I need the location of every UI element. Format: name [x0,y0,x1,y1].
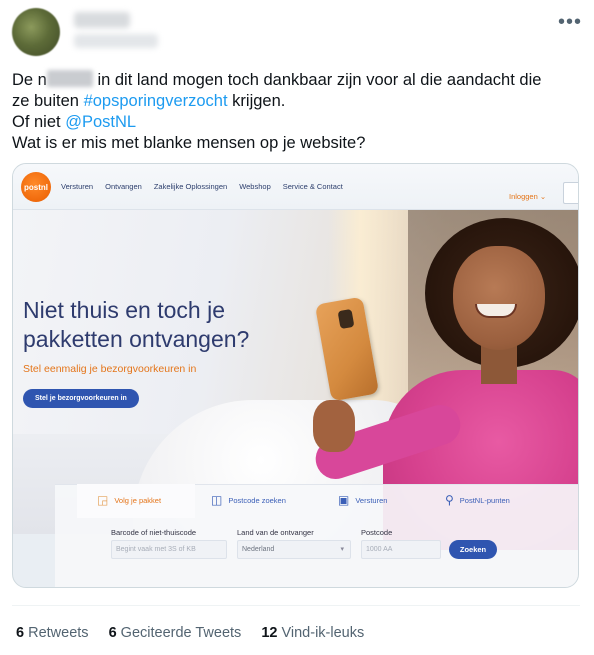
quotes-label: Geciteerde Tweets [120,625,242,641]
tab-label: PostNL-punten [459,495,510,505]
tweet-line-2: ze buiten #opsporingverzocht krijgen. [12,91,582,112]
nav-item-zakelijk: Zakelijke Oplossingen [153,182,228,191]
send-box-icon: ▣ [338,493,350,507]
retweets-label: Retweets [28,625,89,641]
likes-count: 12 [261,625,278,641]
tab-postcode-zoeken: ◫ Postcode zoeken [211,493,286,507]
tweet-line-1: De n in dit land mogen toch dankbaar zij… [12,70,582,91]
tab-volg-pakket: ◲ Volg je pakket [97,493,161,507]
tweet-text-segment: Wat is er mis met blanke mensen op je we… [12,134,366,152]
hero-title-line: pakketten ontvangen? [23,326,250,352]
package-icon: ◲ [97,493,109,507]
postcode-input: 1000 AA [361,540,441,559]
author-name-redacted[interactable] [74,12,130,28]
hero-title: Niet thuis en toch je pakketten ontvange… [23,296,249,354]
location-pin-icon: ⚲ [445,493,454,507]
tweet-media-photo[interactable]: postnl Versturen Ontvangen Zakelijke Opl… [12,163,579,588]
mention-link[interactable]: @PostNL [65,113,136,131]
retweets-stat[interactable]: 6 Retweets [16,625,89,641]
tab-label: Postcode zoeken [228,495,286,505]
tweet-line-3: Of niet @PostNL [12,112,582,133]
map-icon: ◫ [211,493,223,507]
tweet-text-segment: ze buiten [12,92,84,110]
country-label: Land van de ontvanger [237,528,314,537]
search-button: Zoeken [449,540,497,559]
nav-item-webshop: Webshop [239,182,271,191]
chevron-down-icon: ▾ [340,546,344,553]
quote-tweets-stat[interactable]: 6 Geciteerde Tweets [109,625,242,641]
nav-item-ontvangen: Ontvangen [105,182,142,191]
hero-subtitle: Stel eenmalig je bezorgvoorkeuren in [23,363,197,375]
search-box-edge [563,182,578,204]
tweet-text-segment: krijgen. [227,92,286,110]
nav-item-versturen: Versturen [61,182,94,191]
nav-item-service: Service & Contact [282,182,343,191]
login-link: Inloggen ⌄ [509,192,547,201]
phone-camera [337,308,355,330]
person-neck [481,344,517,384]
hero-cta-button: Stel je bezorgvoorkeuren in [23,389,139,408]
author-handle-redacted[interactable] [74,34,158,48]
tab-label: Versturen [355,495,388,505]
country-select: Nederland ▾ [237,540,351,559]
site-navbar: postnl Versturen Ontvangen Zakelijke Opl… [13,164,578,210]
retweets-count: 6 [16,625,25,641]
tweet-text-segment: De n [12,71,47,89]
country-value: Nederland [242,546,275,553]
tweet-text-segment: Of niet [12,113,66,131]
barcode-label: Barcode of niet-thuiscode [111,528,197,537]
tab-label: Volg je pakket [114,495,162,505]
tweet-stats: 6 Retweets 6 Geciteerde Tweets 12 Vind-i… [16,625,364,641]
postcode-label: Postcode [361,528,393,537]
author-avatar[interactable] [12,8,60,56]
stats-divider [12,605,580,606]
likes-label: Vind-ik-leuks [281,625,365,641]
hero-title-line: Niet thuis en toch je [23,297,226,323]
tweet-text: De n in dit land mogen toch dankbaar zij… [12,70,582,154]
person-hand [313,400,355,452]
more-options-icon[interactable]: ••• [554,8,586,36]
quotes-count: 6 [108,625,117,641]
site-nav-items: Versturen Ontvangen Zakelijke Oplossinge… [61,182,343,191]
barcode-input: Begint vaak met 3S of KB [111,540,227,559]
person-face [453,246,545,350]
tab-versturen: ▣ Versturen [338,493,387,507]
redaction-block [46,70,93,87]
tab-postnl-punten: ⚲ PostNL-punten [445,493,510,507]
likes-stat[interactable]: 12 Vind-ik-leuks [261,625,364,641]
tweet-text-segment: in dit land mogen toch dankbaar zijn voo… [92,71,542,89]
hashtag-link[interactable]: #opsporingverzocht [84,92,228,110]
tweet-line-4: Wat is er mis met blanke mensen op je we… [12,133,582,154]
postnl-logo: postnl [21,172,51,202]
